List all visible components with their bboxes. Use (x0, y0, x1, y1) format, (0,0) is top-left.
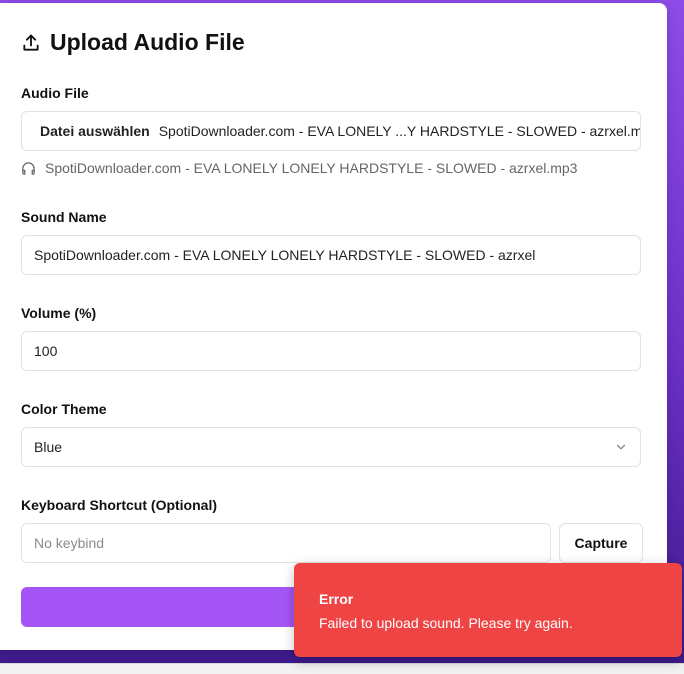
keyboard-shortcut-label: Keyboard Shortcut (Optional) (21, 497, 217, 513)
toast-title: Error (319, 591, 354, 607)
page-title: Upload Audio File (50, 29, 245, 55)
color-theme-label: Color Theme (21, 401, 107, 417)
volume-value: 100 (34, 343, 58, 359)
toast-message: Failed to upload sound. Please try again… (319, 615, 573, 631)
choose-file-button[interactable]: Datei auswählen (40, 123, 150, 139)
volume-input[interactable]: 100 (21, 331, 641, 371)
bottom-strip (0, 663, 684, 674)
file-info: SpotiDownloader.com - EVA LONELY LONELY … (21, 160, 577, 176)
volume-label: Volume (%) (21, 305, 97, 321)
file-info-name: SpotiDownloader.com - EVA LONELY LONELY … (45, 160, 578, 176)
keybind-placeholder: No keybind (34, 535, 105, 551)
headphones-icon (21, 161, 45, 176)
audio-file-input[interactable]: Datei auswählen SpotiDownloader.com - EV… (21, 111, 641, 151)
upload-card: Upload Audio File Audio File Datei auswä… (0, 3, 667, 650)
error-toast[interactable]: Error Failed to upload sound. Please try… (294, 563, 682, 657)
chevron-down-icon (614, 440, 628, 457)
sound-name-value: SpotiDownloader.com - EVA LONELY LONELY … (34, 247, 536, 263)
audio-file-label: Audio File (21, 85, 89, 101)
sound-name-input[interactable]: SpotiDownloader.com - EVA LONELY LONELY … (21, 235, 641, 275)
keybind-input[interactable]: No keybind (21, 523, 551, 563)
color-theme-select[interactable]: Blue (21, 427, 641, 467)
sound-name-label: Sound Name (21, 209, 107, 225)
upload-icon (21, 33, 41, 53)
card-header: Upload Audio File (21, 29, 245, 56)
color-theme-value: Blue (34, 439, 63, 455)
selected-file-name: SpotiDownloader.com - EVA LONELY ...Y HA… (158, 123, 640, 139)
capture-button[interactable]: Capture (559, 523, 643, 563)
